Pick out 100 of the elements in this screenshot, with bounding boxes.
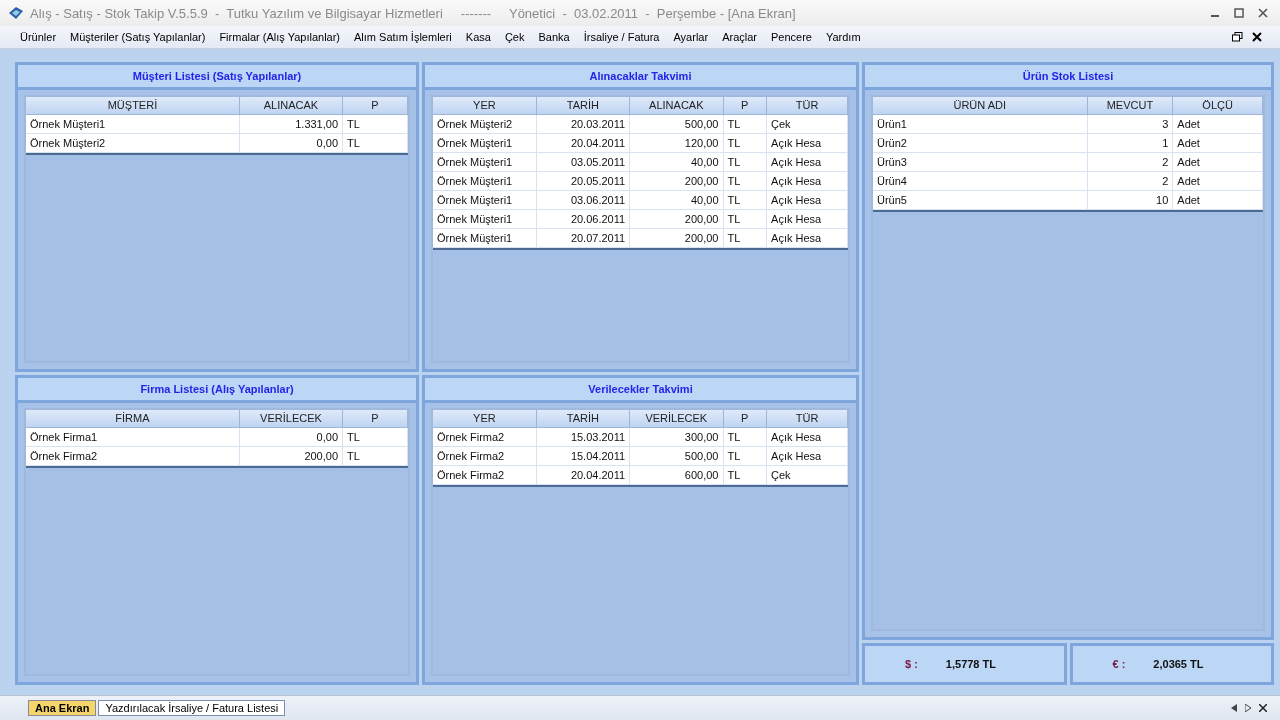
- restore-icon[interactable]: [1231, 32, 1243, 42]
- table-cell: 03.05.2011: [536, 153, 631, 172]
- column-header[interactable]: VERİLECEK: [239, 410, 344, 428]
- exchange-rate: 1,5778 TL: [945, 658, 996, 670]
- column-header[interactable]: TARİH: [536, 410, 631, 428]
- column-header[interactable]: ALINACAK: [630, 97, 724, 115]
- menu-item[interactable]: Müşteriler (Satış Yapılanlar): [64, 29, 212, 45]
- table-cell: Örnek Müşteri1: [433, 134, 537, 153]
- table-cell: Ürün5: [873, 191, 1088, 210]
- table-cell: Açık Hesa: [767, 134, 848, 153]
- table-cell: TL: [723, 115, 768, 134]
- table-cell: Örnek Firma2: [433, 428, 537, 447]
- close-icon[interactable]: [1259, 703, 1267, 712]
- table-cell: Adet: [1173, 191, 1263, 210]
- table-cell: TL: [723, 229, 768, 248]
- column-header[interactable]: P: [343, 97, 408, 115]
- table-cell: Açık Hesa: [767, 229, 848, 248]
- exchange-rate: 2,0365 TL: [1153, 658, 1204, 670]
- menu-item[interactable]: Firmalar (Alış Yapılanlar): [213, 29, 346, 45]
- close-icon[interactable]: [1258, 8, 1268, 18]
- column-header[interactable]: P: [343, 410, 408, 428]
- table-cell: TL: [343, 134, 408, 153]
- tab[interactable]: Ana Ekran: [28, 700, 97, 716]
- table-cell: TL: [343, 447, 408, 466]
- table-cell: TL: [723, 428, 768, 447]
- table-cell: Örnek Firma2: [433, 466, 537, 485]
- table-cell: Ürün1: [873, 115, 1088, 134]
- table-cell: 20.07.2011: [536, 229, 631, 248]
- table-cell: 10: [1087, 191, 1174, 210]
- column-header[interactable]: TÜR: [767, 97, 848, 115]
- column-header[interactable]: MEVCUT: [1087, 97, 1174, 115]
- maximize-icon[interactable]: [1234, 8, 1244, 18]
- menu-item[interactable]: İrsaliye / Fatura: [577, 29, 666, 45]
- table-cell: Adet: [1173, 134, 1263, 153]
- table-cell: Adet: [1173, 153, 1263, 172]
- scroll-right-icon[interactable]: [1245, 703, 1251, 712]
- column-header[interactable]: YER: [433, 410, 537, 428]
- table-cell: 500,00: [630, 447, 724, 466]
- menu-item[interactable]: Kasa: [459, 29, 497, 45]
- table-cell: Ürün3: [873, 153, 1088, 172]
- menu-item[interactable]: Yardım: [819, 29, 867, 45]
- table-cell: 120,00: [630, 134, 724, 153]
- table-cell: 200,00: [630, 229, 724, 248]
- column-header[interactable]: ALINACAK: [239, 97, 344, 115]
- table-cell: 0,00: [239, 134, 344, 153]
- panel-title: Verilecekler Takvimi: [425, 378, 856, 403]
- table-cell: 15.04.2011: [536, 447, 631, 466]
- panel-title: Firma Listesi (Alış Yapılanlar): [18, 378, 416, 403]
- column-header[interactable]: TÜR: [767, 410, 848, 428]
- column-header[interactable]: P: [723, 97, 768, 115]
- table-cell: Adet: [1173, 115, 1263, 134]
- table-cell: Örnek Firma2: [433, 447, 537, 466]
- table-cell: 0,00: [239, 428, 344, 447]
- table-cell: Açık Hesa: [767, 210, 848, 229]
- scroll-left-icon[interactable]: [1231, 703, 1237, 712]
- table-cell: 20.06.2011: [536, 210, 631, 229]
- panel-title: Alınacaklar Takvimi: [425, 65, 856, 90]
- menu-item[interactable]: Araçlar: [716, 29, 763, 45]
- column-header[interactable]: YER: [433, 97, 537, 115]
- table-cell: 03.06.2011: [536, 191, 631, 210]
- panel-title: Müşteri Listesi (Satış Yapılanlar): [18, 65, 416, 90]
- table-cell: 300,00: [630, 428, 724, 447]
- column-header[interactable]: VERİLECEK: [630, 410, 724, 428]
- column-header[interactable]: TARİH: [536, 97, 631, 115]
- table-cell: Açık Hesa: [767, 153, 848, 172]
- table-cell: Çek: [767, 466, 848, 485]
- close-icon[interactable]: [1252, 32, 1262, 42]
- table-cell: TL: [723, 191, 768, 210]
- table-cell: Örnek Müşteri1: [433, 153, 537, 172]
- column-header[interactable]: P: [723, 410, 768, 428]
- table-cell: Örnek Müşteri1: [433, 191, 537, 210]
- table-cell: 200,00: [630, 210, 724, 229]
- menu-item[interactable]: Pencere: [764, 29, 818, 45]
- menu-item[interactable]: Ürünler: [14, 29, 63, 45]
- table-cell: 1: [1087, 134, 1174, 153]
- table-cell: TL: [723, 210, 768, 229]
- column-header[interactable]: FİRMA: [26, 410, 240, 428]
- menu-item[interactable]: Banka: [532, 29, 576, 45]
- column-header[interactable]: ÜRÜN ADI: [873, 97, 1088, 115]
- menu-item[interactable]: Çek: [498, 29, 531, 45]
- table-cell: Örnek Müşteri1: [26, 115, 240, 134]
- menu-item[interactable]: Alım Satım İşlemleri: [348, 29, 458, 45]
- table-cell: 15.03.2011: [536, 428, 631, 447]
- table-cell: TL: [723, 134, 768, 153]
- table-cell: TL: [343, 428, 408, 447]
- table-cell: TL: [723, 447, 768, 466]
- column-header[interactable]: MÜŞTERİ: [26, 97, 240, 115]
- table-cell: Örnek Müşteri1: [433, 210, 537, 229]
- table-cell: TL: [723, 172, 768, 191]
- currency-symbol: $ :: [905, 658, 918, 670]
- table-cell: 2: [1087, 153, 1174, 172]
- table-cell: Açık Hesa: [767, 428, 848, 447]
- table-cell: 1.331,00: [239, 115, 344, 134]
- table-cell: TL: [723, 153, 768, 172]
- window-title: Alış - Satış - Stok Takip V.5.5.9 - Tutku Yazılım ve Bilgisayar Hizmetleri ------- Yönetici - 03.02.2011 - Perşembe - [Ana Ekran]: [30, 5, 797, 21]
- table-cell: 40,00: [630, 191, 724, 210]
- column-header[interactable]: ÖLÇÜ: [1173, 97, 1263, 115]
- table-cell: TL: [723, 466, 768, 485]
- tab[interactable]: Yazdırılacak İrsaliye / Fatura Listesi: [98, 700, 286, 716]
- menu-item[interactable]: Ayarlar: [667, 29, 715, 45]
